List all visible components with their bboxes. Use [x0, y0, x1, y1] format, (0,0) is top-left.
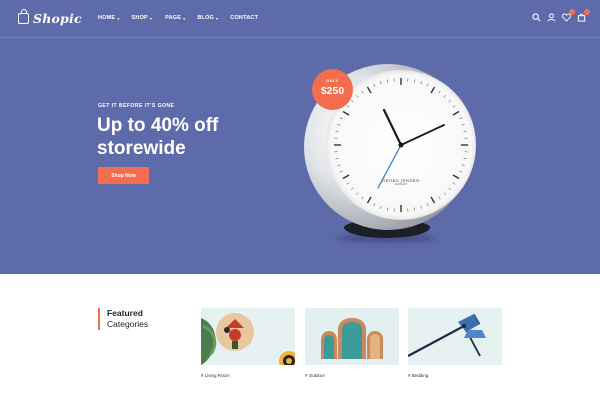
- hour-tick: [452, 174, 460, 180]
- nav-item-label: PAGE: [165, 15, 182, 21]
- logo-text: Shopic: [33, 11, 82, 26]
- logo[interactable]: Shopic: [18, 9, 82, 26]
- minute-tick: [448, 187, 451, 191]
- minute-tick: [463, 130, 467, 132]
- minute-tick: [373, 83, 376, 87]
- outdoor-image: [305, 308, 399, 365]
- chevron-down-icon: ▾: [216, 15, 219, 21]
- minute-tick: [414, 79, 416, 83]
- nav-item-label: BLOG: [197, 15, 215, 21]
- hero-headline: Up to 40% off storewide: [97, 115, 219, 159]
- minute-tick: [355, 95, 359, 98]
- price-badge-value: $250: [320, 85, 345, 97]
- hour-hand: [382, 108, 403, 147]
- site-header: Shopic HOME ▾ SHOP ▾ PAGE ▾ BLOG ▾ CONTA…: [0, 0, 600, 38]
- nav-item-contact[interactable]: CONTACT: [230, 15, 258, 21]
- hour-tick: [430, 86, 436, 94]
- header-icons: [532, 9, 590, 22]
- minute-tick: [386, 207, 388, 211]
- minute-tick: [414, 207, 416, 211]
- minute-tick: [386, 79, 388, 83]
- minute-tick: [335, 130, 339, 132]
- minute-tick: [452, 105, 456, 108]
- minute-tick: [335, 158, 339, 160]
- nav-item-label: HOME: [98, 15, 116, 21]
- nav-item-blog[interactable]: BLOG ▾: [197, 15, 218, 21]
- price-badge: ONLY $250: [312, 69, 353, 110]
- shop-now-button[interactable]: Shop Now: [98, 167, 149, 184]
- clock-center: [398, 142, 404, 148]
- minute-hand: [400, 124, 445, 146]
- bedding-image: [408, 313, 486, 357]
- minute-tick: [351, 99, 354, 103]
- category-label-bedding[interactable]: # Bedding: [408, 373, 428, 378]
- featured-title: Featured: [107, 308, 143, 318]
- minute-tick: [339, 117, 343, 120]
- chevron-down-icon: ▾: [117, 15, 120, 21]
- minute-tick: [459, 117, 463, 120]
- hero-tagline: GET IT BEFORE IT'S GONE: [98, 103, 175, 109]
- minute-tick: [337, 164, 341, 166]
- minute-tick: [346, 105, 350, 108]
- minute-tick: [361, 196, 364, 200]
- minute-tick: [443, 95, 447, 98]
- minute-tick: [461, 164, 465, 166]
- minute-tick: [337, 124, 341, 126]
- hour-tick: [452, 110, 460, 116]
- nav-item-shop[interactable]: SHOP ▾: [132, 15, 153, 21]
- minute-tick: [339, 170, 343, 173]
- minute-tick: [380, 205, 382, 209]
- living-room-image: [201, 313, 295, 365]
- category-card-outdoor[interactable]: [305, 308, 399, 365]
- minute-tick: [438, 90, 441, 94]
- hour-tick: [366, 86, 372, 94]
- minute-tick: [346, 182, 350, 185]
- minute-tick: [361, 90, 364, 94]
- minute-tick: [420, 205, 422, 209]
- minute-tick: [452, 182, 456, 185]
- clock-brand-subtext: DENMARK: [394, 183, 408, 186]
- hour-tick: [342, 174, 350, 180]
- featured-subtitle: Categories: [107, 319, 149, 329]
- minute-tick: [438, 196, 441, 200]
- hour-tick: [342, 110, 350, 116]
- price-badge-label: ONLY: [326, 79, 339, 83]
- main-nav: HOME ▾ SHOP ▾ PAGE ▾ BLOG ▾ CONTACT: [98, 15, 258, 21]
- category-label-outdoor[interactable]: # Outdoor: [305, 373, 325, 378]
- nav-item-label: SHOP: [131, 15, 148, 21]
- minute-tick: [426, 203, 429, 207]
- heart-icon[interactable]: [562, 9, 575, 22]
- shopping-bag-icon: [18, 9, 29, 24]
- hour-tick: [366, 196, 372, 204]
- minute-tick: [448, 99, 451, 103]
- nav-item-page[interactable]: PAGE ▾: [165, 15, 185, 21]
- minute-tick: [420, 81, 422, 85]
- minute-tick: [355, 192, 359, 195]
- category-card-bedding[interactable]: [408, 308, 502, 365]
- minute-tick: [380, 81, 382, 85]
- cart-count-badge: [584, 9, 590, 15]
- search-icon[interactable]: [532, 13, 541, 22]
- category-label-living-room[interactable]: # Living Room: [201, 373, 230, 378]
- hour-tick: [430, 196, 436, 204]
- minute-tick: [351, 187, 354, 191]
- user-icon[interactable]: [547, 13, 556, 22]
- nav-item-home[interactable]: HOME ▾: [98, 15, 120, 21]
- minute-tick: [426, 83, 429, 87]
- cart-icon[interactable]: [577, 9, 590, 22]
- chevron-down-icon: ▾: [183, 15, 186, 21]
- minute-tick: [459, 170, 463, 173]
- minute-tick: [463, 158, 467, 160]
- minute-tick: [373, 203, 376, 207]
- minute-tick: [443, 192, 447, 195]
- chevron-down-icon: ▾: [149, 15, 153, 21]
- featured-categories-heading: Featured Categories: [98, 308, 148, 330]
- wishlist-count-badge: [569, 9, 575, 15]
- nav-item-label: CONTACT: [230, 15, 259, 21]
- minute-tick: [461, 124, 465, 126]
- hero-banner: Shopic HOME ▾ SHOP ▾ PAGE ▾ BLOG ▾ CONTA…: [0, 0, 600, 274]
- category-card-living-room[interactable]: [201, 308, 295, 365]
